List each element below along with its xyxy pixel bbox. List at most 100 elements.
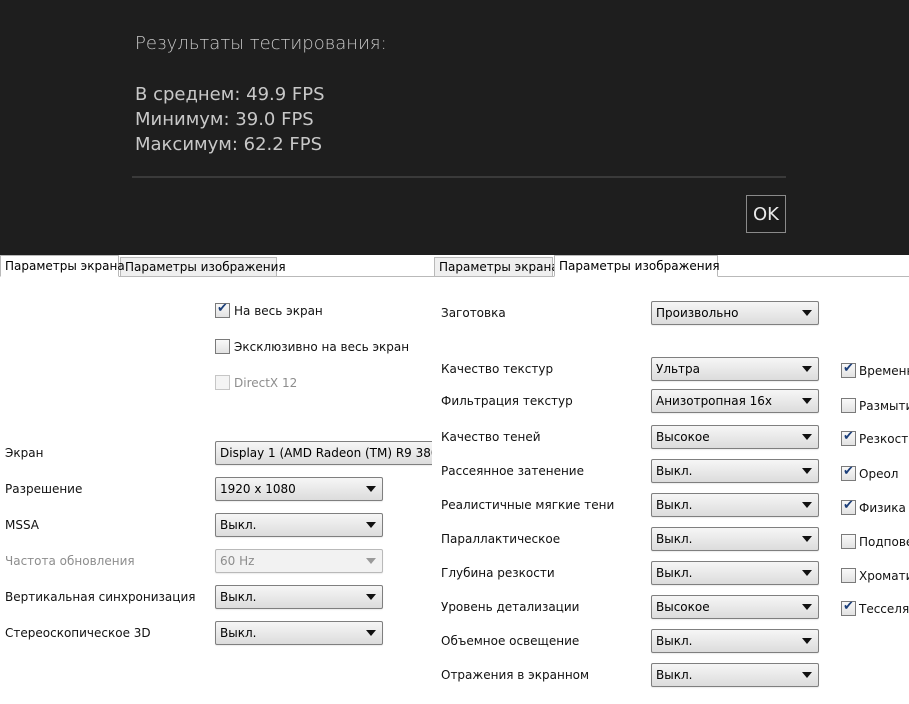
depth-of-field-select[interactable]: Выкл. <box>651 561 819 585</box>
side-checkbox-1[interactable] <box>841 398 856 413</box>
msaa-value: Выкл. <box>220 518 257 532</box>
volumetric-lighting-select[interactable]: Выкл. <box>651 629 819 653</box>
side-checkbox-7[interactable]: ✔ <box>841 599 856 616</box>
side-checkbox-5[interactable] <box>841 534 856 549</box>
refresh-rate-label: Частота обновления <box>5 554 135 568</box>
chevron-down-icon <box>802 536 812 542</box>
stereo-3d-value: Выкл. <box>220 626 257 640</box>
chevron-down-icon <box>802 434 812 440</box>
chevron-down-icon <box>366 630 376 636</box>
screen-value: Display 1 (AMD Radeon (TM) R9 380 <box>220 446 432 460</box>
preset-value: Произвольно <box>656 306 739 320</box>
chevron-down-icon <box>802 672 812 678</box>
directx12-label: DirectX 12 <box>234 376 298 390</box>
check-icon: ✔ <box>843 599 854 614</box>
soft-shadows-label: Реалистичные мягкие тени <box>441 498 615 512</box>
ambient-occlusion-label: Рассеянное затенение <box>441 464 584 478</box>
tab-bar: Параметры экрана Параметры изображения <box>432 255 909 277</box>
check-icon: ✔ <box>843 429 854 444</box>
ambient-occlusion-value: Выкл. <box>656 464 693 478</box>
texture-quality-select[interactable]: Ультра <box>651 357 819 381</box>
tab-display-settings[interactable]: Параметры экрана <box>434 257 559 277</box>
soft-shadows-select[interactable]: Выкл. <box>651 493 819 517</box>
check-icon: ✔ <box>843 498 854 513</box>
chevron-down-icon <box>366 486 376 492</box>
exclusive-fullscreen-checkbox[interactable] <box>215 339 230 354</box>
maximum-fps: Максимум: 62.2 FPS <box>135 134 323 155</box>
side-checkbox-label-7: Тесселя <box>859 602 909 616</box>
texture-filtering-select[interactable]: Анизотропная 16x <box>651 389 819 413</box>
fullscreen-checkbox[interactable]: ✔ <box>215 301 230 318</box>
msaa-select[interactable]: Выкл. <box>215 513 383 537</box>
resolution-select[interactable]: 1920 x 1080 <box>215 477 383 501</box>
chevron-down-icon <box>802 366 812 372</box>
level-of-detail-value: Высокое <box>656 600 710 614</box>
side-checkbox-label-2: Резкость <box>859 432 909 446</box>
minimum-fps: Минимум: 39.0 FPS <box>135 109 314 130</box>
resolution-value: 1920 x 1080 <box>220 482 296 496</box>
directx12-checkbox <box>215 375 230 390</box>
volumetric-lighting-label: Объемное освещение <box>441 634 580 648</box>
side-checkbox-6[interactable] <box>841 568 856 583</box>
preset-label: Заготовка <box>441 306 506 320</box>
chevron-down-icon <box>802 310 812 316</box>
level-of-detail-select[interactable]: Высокое <box>651 595 819 619</box>
tab-image-settings[interactable]: Параметры изображения <box>554 255 720 277</box>
preset-select[interactable]: Произвольно <box>651 301 819 325</box>
side-checkbox-label-0: Временн <box>859 364 909 378</box>
ambient-occlusion-select[interactable]: Выкл. <box>651 459 819 483</box>
side-checkbox-3[interactable]: ✔ <box>841 464 856 481</box>
chevron-down-icon <box>366 594 376 600</box>
tab-bar: Параметры экрана Параметры изображения <box>0 255 432 277</box>
divider <box>132 176 786 178</box>
side-checkbox-label-6: Хромати <box>859 569 909 583</box>
exclusive-fullscreen-label: Эксклюзивно на весь экран <box>234 340 410 354</box>
texture-filtering-value: Анизотропная 16x <box>656 394 772 408</box>
benchmark-results-dialog: Результаты тестирования: В среднем: 49.9… <box>0 0 909 255</box>
average-fps: В среднем: 49.9 FPS <box>135 84 325 105</box>
msaa-label: MSSA <box>5 518 40 532</box>
soft-shadows-value: Выкл. <box>656 498 693 512</box>
side-checkbox-label-4: Физика т <box>859 501 909 515</box>
texture-filtering-label: Фильтрация текстур <box>441 394 573 408</box>
results-title: Результаты тестирования: <box>135 33 387 54</box>
check-icon: ✔ <box>217 301 228 316</box>
vsync-select[interactable]: Выкл. <box>215 585 383 609</box>
parallax-value: Выкл. <box>656 532 693 546</box>
check-icon: ✔ <box>843 464 854 479</box>
depth-of-field-label: Глубина резкости <box>441 566 555 580</box>
side-checkbox-2[interactable]: ✔ <box>841 429 856 446</box>
tab-image-settings[interactable]: Параметры изображения <box>120 257 286 277</box>
resolution-label: Разрешение <box>5 482 83 496</box>
depth-of-field-value: Выкл. <box>656 566 693 580</box>
side-checkbox-label-5: Подпове <box>859 535 909 549</box>
refresh-rate-select: 60 Hz <box>215 549 383 573</box>
refresh-rate-value: 60 Hz <box>220 554 255 568</box>
side-checkbox-0[interactable]: ✔ <box>841 361 856 378</box>
parallax-label: Параллактическое <box>441 532 561 546</box>
shadow-quality-label: Качество теней <box>441 430 541 444</box>
ok-button[interactable]: OK <box>746 195 786 233</box>
chevron-down-icon <box>802 570 812 576</box>
vsync-label: Вертикальная синхронизация <box>5 590 196 604</box>
chevron-down-icon <box>802 398 812 404</box>
screen-select[interactable]: Display 1 (AMD Radeon (TM) R9 380 <box>215 441 432 465</box>
vsync-value: Выкл. <box>220 590 257 604</box>
stereo-3d-select[interactable]: Выкл. <box>215 621 383 645</box>
chevron-down-icon <box>802 468 812 474</box>
check-icon: ✔ <box>843 361 854 376</box>
shadow-quality-select[interactable]: Высокое <box>651 425 819 449</box>
fullscreen-label: На весь экран <box>234 304 323 318</box>
screen-label: Экран <box>5 446 44 460</box>
side-checkbox-4[interactable]: ✔ <box>841 498 856 515</box>
chevron-down-icon <box>366 522 376 528</box>
level-of-detail-label: Уровень детализации <box>441 600 580 614</box>
shadow-quality-value: Высокое <box>656 430 710 444</box>
parallax-select[interactable]: Выкл. <box>651 527 819 551</box>
stereo-3d-label: Стереоскопическое 3D <box>5 626 151 640</box>
tab-display-settings[interactable]: Параметры экрана <box>0 255 125 277</box>
chevron-down-icon <box>802 604 812 610</box>
image-settings-panel: Параметры экрана Параметры изображения З… <box>432 255 909 704</box>
volumetric-lighting-value: Выкл. <box>656 634 693 648</box>
screen-reflections-select[interactable]: Выкл. <box>651 663 819 687</box>
